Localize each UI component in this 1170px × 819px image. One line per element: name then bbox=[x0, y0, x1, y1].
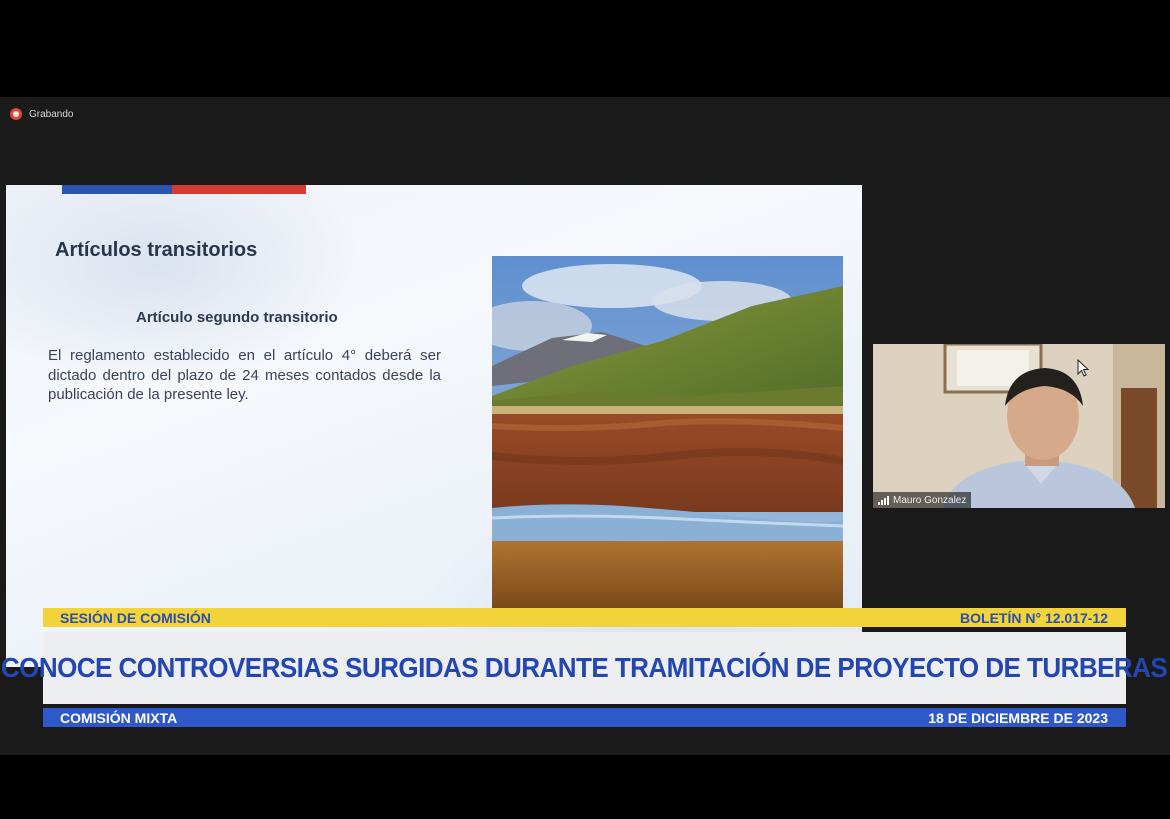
broadcast-date: 18 DE DICIEMBRE DE 2023 bbox=[928, 709, 1108, 726]
committee-name: COMISIÓN MIXTA bbox=[60, 709, 178, 726]
lower-third-top-bar: SESIÓN DE COMISIÓN BOLETÍN N° 12.017-12 bbox=[43, 608, 1126, 627]
participant-name: Mauro Gonzalez bbox=[893, 494, 967, 506]
record-icon bbox=[10, 108, 22, 120]
landscape-photo bbox=[492, 256, 843, 608]
slide-subtitle: Artículo segundo transitorio bbox=[136, 309, 338, 326]
slide-title: Artículos transitorios bbox=[55, 239, 258, 261]
bulletin-number: BOLETÍN N° 12.017-12 bbox=[960, 609, 1108, 626]
flag-stripe-blue bbox=[62, 185, 172, 194]
flag-stripe-red bbox=[172, 185, 306, 194]
participant-video bbox=[873, 344, 1165, 508]
participant-video-tile[interactable]: Mauro Gonzalez bbox=[873, 344, 1165, 508]
slide-body-text: El reglamento establecido en el artículo… bbox=[48, 347, 441, 403]
recording-label: Grabando bbox=[29, 108, 74, 120]
session-type-label: SESIÓN DE COMISIÓN bbox=[60, 609, 211, 626]
mouse-cursor-icon bbox=[1077, 359, 1089, 377]
landscape-illustration bbox=[492, 256, 843, 608]
lower-third-headline-bar: CONOCE CONTROVERSIAS SURGIDAS DURANTE TR… bbox=[1, 632, 1168, 704]
recording-indicator[interactable]: Grabando bbox=[10, 108, 73, 120]
headline-text: CONOCE CONTROVERSIAS SURGIDAS DURANTE TR… bbox=[1, 652, 1168, 683]
flag-stripe bbox=[62, 185, 306, 194]
signal-bars-icon bbox=[878, 495, 889, 505]
participant-name-label: Mauro Gonzalez bbox=[873, 492, 972, 508]
lower-third-bottom-bar: COMISIÓN MIXTA 18 DE DICIEMBRE DE 2023 bbox=[43, 708, 1126, 727]
shared-slide: Artículos transitorios Artículo segundo … bbox=[6, 185, 862, 667]
